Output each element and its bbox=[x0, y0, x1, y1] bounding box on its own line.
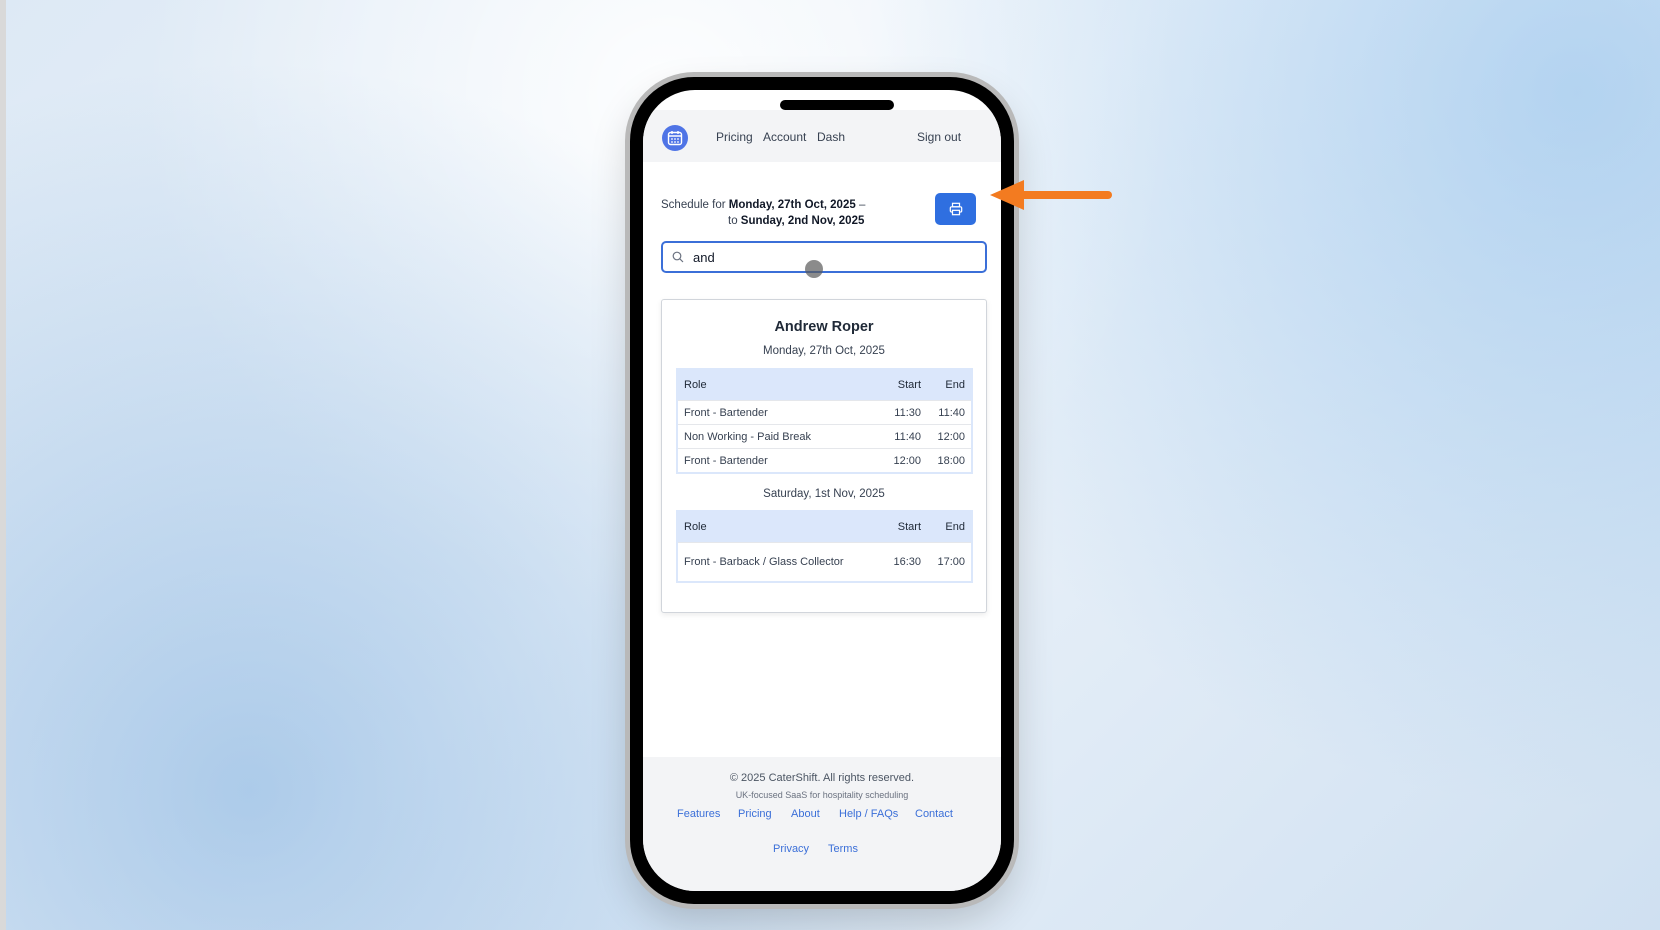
calendar-icon[interactable] bbox=[662, 125, 688, 151]
shift-start: 12:00 bbox=[860, 448, 927, 473]
shift-row: Front - Bartender 11:30 11:40 bbox=[677, 400, 972, 425]
column-header-role: Role bbox=[677, 369, 860, 401]
schedule-range: Schedule for Monday, 27th Oct, 2025 – to… bbox=[661, 197, 901, 229]
shift-row: Front - Bartender 12:00 18:00 bbox=[677, 448, 972, 473]
column-header-end: End bbox=[927, 369, 972, 401]
search-input[interactable] bbox=[693, 247, 973, 267]
schedule-end-date: Sunday, 2nd Nov, 2025 bbox=[740, 215, 865, 227]
day-date: Saturday, 1st Nov, 2025 bbox=[763, 488, 885, 500]
shift-role: Non Working - Paid Break bbox=[677, 424, 860, 449]
shift-role: Front - Barback / Glass Collector bbox=[677, 542, 860, 582]
schedule-range-line-2: to Sunday, 2nd Nov, 2025 bbox=[661, 213, 901, 229]
printer-icon bbox=[949, 202, 962, 216]
schedule-start-date: Monday, 27th Oct, 2025 bbox=[728, 199, 856, 211]
nav-link-account[interactable]: Account bbox=[763, 130, 806, 144]
shift-table: Role Start End Front - Bartender 11:30 1… bbox=[676, 368, 973, 474]
sign-out-link[interactable]: Sign out bbox=[917, 130, 961, 144]
staff-name: Andrew Roper bbox=[774, 319, 874, 335]
shift-row: Front - Barback / Glass Collector 16:30 … bbox=[677, 542, 972, 582]
footer-link-about[interactable]: About bbox=[791, 808, 820, 820]
column-header-start: Start bbox=[860, 511, 927, 543]
column-header-role: Role bbox=[677, 511, 860, 543]
footer-link-help-faqs[interactable]: Help / FAQs bbox=[839, 808, 898, 820]
search-box[interactable] bbox=[661, 241, 987, 273]
window-edge bbox=[0, 0, 6, 930]
search-icon bbox=[672, 251, 684, 263]
schedule-prefix: Schedule for bbox=[661, 199, 726, 211]
phone-frame: Pricing Account Dash Sign out Schedule f… bbox=[630, 77, 1014, 904]
shift-start: 16:30 bbox=[860, 542, 927, 582]
tagline-text: UK-focused SaaS for hospitality scheduli… bbox=[735, 790, 909, 800]
schedule-to: to bbox=[728, 215, 738, 227]
day-date: Monday, 27th Oct, 2025 bbox=[763, 345, 885, 357]
shift-start: 11:30 bbox=[860, 400, 927, 425]
shift-table-header: Role Start End bbox=[677, 369, 972, 401]
footer-link-pricing[interactable]: Pricing bbox=[738, 808, 772, 820]
phone-notch bbox=[780, 100, 894, 110]
footer-link-terms[interactable]: Terms bbox=[828, 843, 858, 855]
staff-schedule-card: Andrew Roper Monday, 27th Oct, 2025 Role… bbox=[661, 299, 987, 613]
footer-link-features[interactable]: Features bbox=[677, 808, 720, 820]
shift-end: 18:00 bbox=[927, 448, 972, 473]
footer-link-privacy[interactable]: Privacy bbox=[773, 843, 809, 855]
footer: © 2025 CaterShift. All rights reserved. … bbox=[643, 757, 1001, 891]
phone-screen: Pricing Account Dash Sign out Schedule f… bbox=[643, 90, 1001, 891]
pointer-cursor bbox=[805, 260, 823, 278]
nav-link-pricing[interactable]: Pricing bbox=[716, 130, 753, 144]
column-header-end: End bbox=[927, 511, 972, 543]
schedule-range-line-1: Schedule for Monday, 27th Oct, 2025 – bbox=[661, 197, 901, 213]
phone-power-button bbox=[1014, 336, 1019, 436]
schedule-dash: – bbox=[858, 199, 866, 211]
print-button[interactable] bbox=[935, 193, 976, 225]
footer-link-contact[interactable]: Contact bbox=[915, 808, 953, 820]
shift-role: Front - Bartender bbox=[677, 400, 860, 425]
shift-role: Front - Bartender bbox=[677, 448, 860, 473]
shift-table: Role Start End Front - Barback / Glass C… bbox=[676, 510, 973, 583]
shift-row: Non Working - Paid Break 11:40 12:00 bbox=[677, 424, 972, 449]
nav-link-dash[interactable]: Dash bbox=[817, 130, 845, 144]
shift-end: 12:00 bbox=[927, 424, 972, 449]
shift-end: 17:00 bbox=[927, 542, 972, 582]
navbar: Pricing Account Dash Sign out bbox=[643, 110, 1001, 162]
copyright-text: © 2025 CaterShift. All rights reserved. bbox=[729, 772, 915, 784]
annotation-arrow-icon bbox=[990, 180, 1112, 210]
shift-end: 11:40 bbox=[927, 400, 972, 425]
column-header-start: Start bbox=[860, 369, 927, 401]
shift-table-header: Role Start End bbox=[677, 511, 972, 543]
shift-start: 11:40 bbox=[860, 424, 927, 449]
